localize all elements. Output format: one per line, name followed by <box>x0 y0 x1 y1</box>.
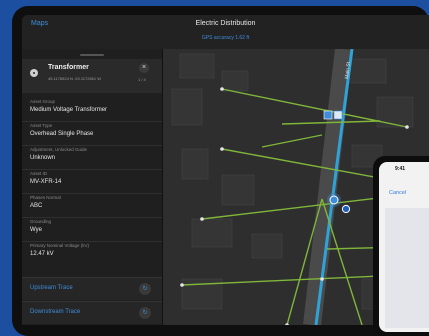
downstream-trace-button[interactable]: Downstream Trace ↻ <box>22 301 162 324</box>
attribute-grounding: Grounding Wye <box>22 219 162 242</box>
attribute-label: Asset Group <box>30 99 56 104</box>
attribute-label: Asset ID <box>30 171 48 176</box>
trace-icon: ↻ <box>139 283 151 295</box>
device-symbol[interactable] <box>323 110 333 120</box>
app-screen: Maps Electric Distribution GPS accuracy … <box>22 15 429 325</box>
network-node[interactable] <box>320 277 324 281</box>
network-node[interactable] <box>220 147 224 151</box>
attribute-label: Adjustment, Unlocked Guide <box>30 147 88 152</box>
attribute-value: ABC <box>30 203 43 209</box>
feature-page-indicator: 1 / 4 <box>138 77 146 82</box>
attribute-label: Asset Type <box>30 123 53 128</box>
cancel-button[interactable]: Cancel <box>389 190 406 196</box>
transformer-icon <box>30 69 38 77</box>
attribute-value: Overhead Single Phase <box>30 131 94 137</box>
attribute-primary-voltage: Primary Nominal Voltage (kV) 12.47 kV <box>30 243 156 257</box>
attribute-asset-id: Asset ID MV-XFR-14 <box>22 171 162 194</box>
building-footprint <box>251 233 283 259</box>
attribute-label: Phases Normal <box>30 195 61 200</box>
feature-header: Transformer 45.1176524 N -93.1172661 W ×… <box>22 59 162 93</box>
network-node[interactable] <box>220 87 224 91</box>
feature-title: Transformer <box>48 64 89 71</box>
attribute-value: MV-XFR-14 <box>30 179 62 185</box>
attribute-value: Medium Voltage Transformer <box>30 107 108 113</box>
attribute-phases-normal: Phases Normal ABC <box>22 195 162 218</box>
close-icon[interactable]: × <box>139 63 149 73</box>
phone-screen: 9:41 Cancel <box>379 162 429 332</box>
divider <box>22 121 162 122</box>
divider <box>22 217 162 218</box>
phone-status-time: 9:41 <box>395 166 406 172</box>
selected-transformer-marker[interactable] <box>329 195 339 205</box>
trace-label: Upstream Trace <box>30 285 73 291</box>
attribute-label: Grounding <box>30 219 52 224</box>
network-node[interactable] <box>405 125 409 129</box>
phone-map-preview[interactable] <box>385 208 429 328</box>
building-footprint <box>221 174 255 206</box>
divider <box>22 193 162 194</box>
divider <box>22 145 162 146</box>
device-symbol[interactable] <box>333 110 343 120</box>
attribute-value: 12.47 kV <box>30 251 54 257</box>
building-footprint <box>171 88 203 126</box>
page-title: Electric Distribution <box>195 20 256 27</box>
trace-label: Downstream Trace <box>30 309 81 315</box>
attribute-adjustment: Adjustment, Unlocked Guide Unknown <box>22 147 162 170</box>
feature-coordinates: 45.1176524 N -93.1172661 W <box>48 76 102 81</box>
trace-icon: ↻ <box>139 307 151 319</box>
secondary-line[interactable] <box>261 134 323 148</box>
attribute-asset-type: Asset Type Overhead Single Phase <box>22 123 162 146</box>
network-node[interactable] <box>180 283 184 287</box>
gps-accuracy-status[interactable]: GPS accuracy 1.62 ft <box>22 35 429 41</box>
building-footprint <box>179 53 215 79</box>
gps-location-marker <box>341 204 351 214</box>
attribute-value: Wye <box>30 227 42 233</box>
attribute-value: Unknown <box>30 155 56 161</box>
upstream-trace-button[interactable]: Upstream Trace ↻ <box>22 277 162 300</box>
building-footprint <box>181 148 209 180</box>
drag-handle[interactable] <box>80 54 104 56</box>
road <box>303 47 353 325</box>
divider <box>22 169 162 170</box>
building-footprint <box>221 70 249 92</box>
divider <box>22 241 162 242</box>
attribute-asset-group: Asset Group Medium Voltage Transformer <box>22 99 162 122</box>
navigation-bar: Maps Electric Distribution GPS accuracy … <box>22 15 429 49</box>
attribute-label: Primary Nominal Voltage (kV) <box>30 243 90 248</box>
feature-detail-panel: Transformer 45.1176524 N -93.1172661 W ×… <box>22 49 163 325</box>
building-footprint <box>191 218 233 248</box>
network-node[interactable] <box>200 217 204 221</box>
